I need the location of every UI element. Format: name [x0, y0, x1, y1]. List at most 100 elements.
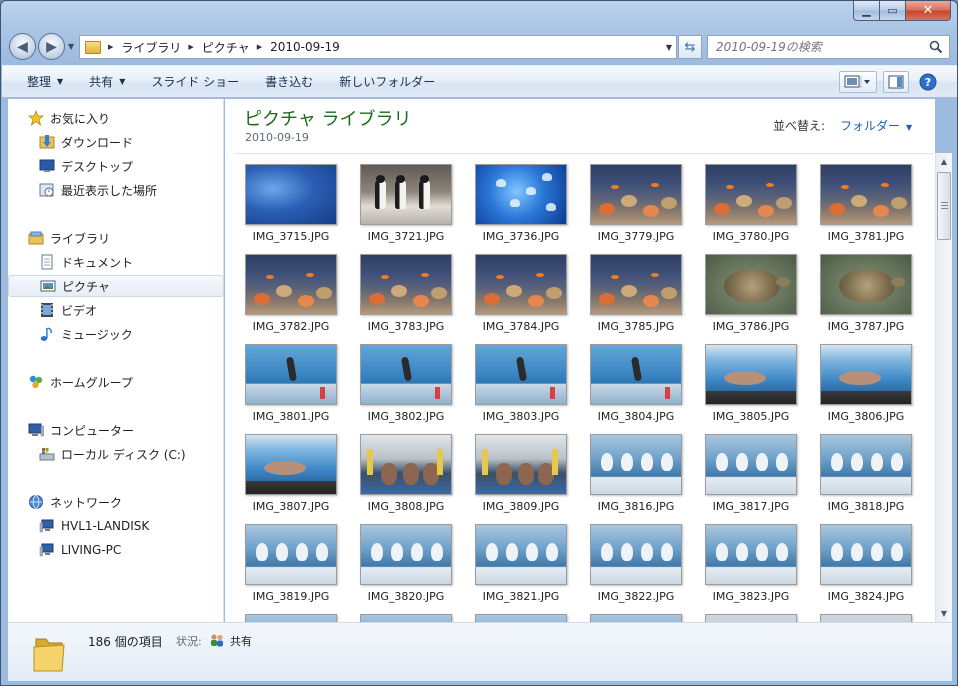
recent-pages-dropdown[interactable]: ▼ — [68, 42, 74, 51]
file-tile[interactable]: IMG_3805.JPG — [705, 344, 797, 430]
computer-icon — [39, 519, 54, 533]
breadcrumb-folder[interactable]: 2010-09-19 — [270, 40, 340, 54]
search-icon[interactable] — [929, 40, 943, 54]
file-tile[interactable]: IMG_3721.JPG — [360, 164, 452, 250]
beluga-figure — [641, 543, 653, 561]
nav-computer[interactable]: コンピューター — [8, 419, 224, 441]
file-tile[interactable]: IMG_3803.JPG — [475, 344, 567, 430]
clownfish-figure — [726, 185, 734, 189]
file-tile[interactable]: IMG_3822.JPG — [590, 524, 682, 610]
library-subtitle: 2010-09-19 — [245, 131, 309, 144]
vertical-scrollbar[interactable]: ▲ ▼ — [935, 153, 952, 622]
back-button[interactable]: ◀ — [9, 33, 36, 60]
file-tile[interactable]: IMG_3821.JPG — [475, 524, 567, 610]
file-tile-partial[interactable] — [245, 614, 337, 622]
nav-favorites[interactable]: お気に入り — [8, 107, 224, 129]
change-view-button[interactable] — [839, 71, 877, 93]
file-tile-partial[interactable] — [820, 614, 912, 622]
nav-downloads[interactable]: ダウンロード — [8, 131, 224, 153]
search-input[interactable] — [716, 40, 926, 54]
slideshow-button[interactable]: スライド ショー — [138, 65, 252, 98]
forward-button[interactable]: ▶ — [38, 33, 65, 60]
close-button[interactable]: ✕ — [906, 1, 951, 21]
file-tile-partial[interactable] — [705, 614, 797, 622]
library-icon — [28, 231, 44, 245]
coral-figure — [829, 203, 845, 215]
nav-pictures[interactable]: ピクチャ — [8, 275, 224, 297]
file-tile[interactable]: IMG_3804.JPG — [590, 344, 682, 430]
scroll-up-button[interactable]: ▲ — [936, 153, 952, 170]
nav-recent-places-label: 最近表示した場所 — [61, 183, 158, 198]
file-name: IMG_3786.JPG — [712, 320, 790, 333]
file-tile-partial[interactable] — [360, 614, 452, 622]
file-tile[interactable]: IMG_3823.JPG — [705, 524, 797, 610]
file-tile-partial[interactable] — [590, 614, 682, 622]
chevron-right-icon[interactable]: ▶ — [257, 43, 262, 51]
organize-label: 整理 — [27, 75, 52, 89]
nav-recent-places[interactable]: 最近表示した場所 — [8, 179, 224, 201]
file-tile[interactable]: IMG_3806.JPG — [820, 344, 912, 430]
file-tile[interactable]: IMG_3819.JPG — [245, 524, 337, 610]
refresh-button[interactable]: ⇆ — [678, 35, 702, 59]
video-icon — [41, 303, 53, 317]
file-tile[interactable]: IMG_3820.JPG — [360, 524, 452, 610]
beluga-figure — [486, 543, 498, 561]
file-tile[interactable]: IMG_3781.JPG — [820, 164, 912, 250]
file-tile[interactable]: IMG_3785.JPG — [590, 254, 682, 340]
nav-libraries[interactable]: ライブラリ — [8, 227, 224, 249]
coral-figure — [369, 293, 385, 305]
file-thumbnail — [590, 614, 682, 622]
file-tile[interactable]: IMG_3779.JPG — [590, 164, 682, 250]
organize-button[interactable]: 整理 ▼ — [2, 65, 76, 98]
new-folder-button[interactable]: 新しいフォルダー — [326, 65, 448, 98]
file-tile[interactable]: IMG_3780.JPG — [705, 164, 797, 250]
maximize-button[interactable]: ▭ — [880, 1, 906, 21]
file-tile[interactable]: IMG_3736.JPG — [475, 164, 567, 250]
file-tile[interactable]: IMG_3783.JPG — [360, 254, 452, 340]
minimize-button[interactable]: ▁ — [853, 1, 880, 21]
breadcrumb-libraries[interactable]: ライブラリ — [121, 39, 181, 56]
scroll-down-button[interactable]: ▼ — [936, 605, 952, 622]
nav-music[interactable]: ミュージック — [8, 323, 224, 345]
nav-videos[interactable]: ビデオ — [8, 299, 224, 321]
file-tile[interactable]: IMG_3784.JPG — [475, 254, 567, 340]
nav-network-hvl1-landisk[interactable]: HVL1-LANDISK — [8, 515, 224, 537]
help-button[interactable]: ? — [915, 71, 941, 93]
file-name: IMG_3784.JPG — [482, 320, 560, 333]
file-tile[interactable]: IMG_3816.JPG — [590, 434, 682, 520]
file-tile[interactable]: IMG_3782.JPG — [245, 254, 337, 340]
file-tile[interactable]: IMG_3787.JPG — [820, 254, 912, 340]
file-tile[interactable]: IMG_3715.JPG — [245, 164, 337, 250]
beluga-figure — [736, 453, 748, 471]
file-tile[interactable]: IMG_3807.JPG — [245, 434, 337, 520]
burn-button[interactable]: 書き込む — [252, 65, 326, 98]
nav-local-disk[interactable]: ローカル ディスク (C:) — [8, 443, 224, 465]
nav-network-living-pc[interactable]: LIVING-PC — [8, 539, 224, 561]
file-tile[interactable]: IMG_3808.JPG — [360, 434, 452, 520]
file-tile[interactable]: IMG_3824.JPG — [820, 524, 912, 610]
share-button[interactable]: 共有 ▼ — [76, 65, 138, 98]
nav-homegroup[interactable]: ホームグループ — [8, 371, 224, 393]
preview-pane-button[interactable] — [883, 71, 909, 93]
address-bar[interactable]: ▶ ライブラリ ▶ ピクチャ ▶ 2010-09-19 ▼ — [79, 35, 677, 59]
nav-desktop[interactable]: デスクトップ — [8, 155, 224, 177]
nav-documents[interactable]: ドキュメント — [8, 251, 224, 273]
file-tile[interactable]: IMG_3786.JPG — [705, 254, 797, 340]
nav-network[interactable]: ネットワーク — [8, 491, 224, 513]
arrange-by-dropdown[interactable]: フォルダー ▼ — [840, 117, 912, 134]
chevron-right-icon[interactable]: ▶ — [188, 43, 193, 51]
file-tile[interactable]: IMG_3801.JPG — [245, 344, 337, 430]
file-thumbnail — [590, 254, 682, 315]
file-tile[interactable]: IMG_3817.JPG — [705, 434, 797, 520]
file-tile[interactable]: IMG_3818.JPG — [820, 434, 912, 520]
file-tile[interactable]: IMG_3809.JPG — [475, 434, 567, 520]
file-tile[interactable]: IMG_3802.JPG — [360, 344, 452, 430]
breadcrumb-pictures[interactable]: ピクチャ — [202, 39, 250, 56]
chevron-right-icon[interactable]: ▶ — [108, 43, 113, 51]
trainer-figure — [552, 449, 558, 475]
scrollbar-thumb[interactable] — [937, 172, 951, 240]
beluga-figure — [756, 453, 768, 471]
file-name: IMG_3808.JPG — [367, 500, 445, 513]
address-dropdown-icon[interactable]: ▼ — [666, 43, 672, 52]
file-tile-partial[interactable] — [475, 614, 567, 622]
